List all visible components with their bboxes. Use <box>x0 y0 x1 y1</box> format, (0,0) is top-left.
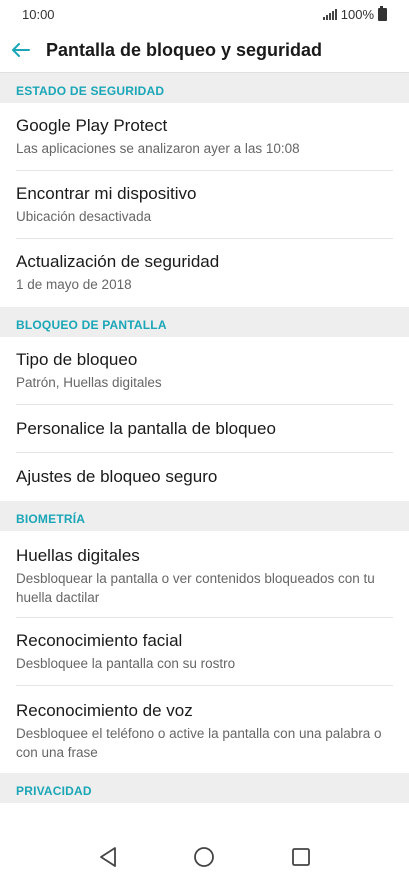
back-arrow-icon[interactable] <box>12 40 32 60</box>
item-title: Huellas digitales <box>16 546 140 565</box>
list-item-voice-recognition[interactable]: Reconocimiento de voz Desbloquee el telé… <box>0 686 409 773</box>
nav-back-icon[interactable] <box>98 846 118 873</box>
item-title: Ajustes de bloqueo seguro <box>16 467 218 486</box>
item-title: Encontrar mi dispositivo <box>16 184 197 203</box>
item-title: Reconocimiento de voz <box>16 701 193 720</box>
item-subtitle: Desbloquee la pantalla con su rostro <box>16 656 236 671</box>
item-title: Personalice la pantalla de bloqueo <box>16 419 276 438</box>
section-header-biometrics: BIOMETRÍA <box>0 501 409 531</box>
status-icons: 100% <box>322 5 387 22</box>
item-subtitle: Desbloquee el teléfono o active la panta… <box>16 726 382 760</box>
section-header-security-status: ESTADO DE SEGURIDAD <box>0 73 409 103</box>
list-item-security-update[interactable]: Actualización de seguridad 1 de mayo de … <box>0 239 409 307</box>
list-item-fingerprints[interactable]: Huellas digitales Desbloquear la pantall… <box>0 531 409 618</box>
item-subtitle: 1 de mayo de 2018 <box>16 277 132 292</box>
clock: 10:00 <box>22 6 55 22</box>
section-header-screen-lock: BLOQUEO DE PANTALLA <box>0 307 409 337</box>
section-header-privacy: PRIVACIDAD <box>0 773 409 803</box>
navigation-bar <box>0 830 409 888</box>
status-bar: 10:00 100% <box>0 0 409 28</box>
item-title: Tipo de bloqueo <box>16 350 138 369</box>
battery-icon <box>378 5 387 21</box>
list-item-face-recognition[interactable]: Reconocimiento facial Desbloquee la pant… <box>0 618 409 686</box>
list-item-customize-lock-screen[interactable]: Personalice la pantalla de bloqueo <box>0 405 409 453</box>
settings-list: ESTADO DE SEGURIDAD Google Play Protect … <box>0 73 409 803</box>
item-subtitle: Desbloquear la pantalla o ver contenidos… <box>16 571 375 605</box>
item-subtitle: Las aplicaciones se analizaron ayer a la… <box>16 141 300 156</box>
item-subtitle: Patrón, Huellas digitales <box>16 375 162 390</box>
nav-recents-icon[interactable] <box>291 847 311 872</box>
nav-home-icon[interactable] <box>193 846 215 873</box>
item-title: Google Play Protect <box>16 116 168 135</box>
list-item-secure-lock-settings[interactable]: Ajustes de bloqueo seguro <box>0 453 409 501</box>
item-subtitle: Ubicación desactivada <box>16 209 152 224</box>
list-item-google-play-protect[interactable]: Google Play Protect Las aplicaciones se … <box>0 103 409 171</box>
list-item-lock-type[interactable]: Tipo de bloqueo Patrón, Huellas digitale… <box>0 337 409 405</box>
app-bar: Pantalla de bloqueo y seguridad <box>0 28 409 73</box>
item-title: Reconocimiento facial <box>16 631 183 650</box>
item-title: Actualización de seguridad <box>16 252 220 271</box>
list-item-find-my-device[interactable]: Encontrar mi dispositivo Ubicación desac… <box>0 171 409 239</box>
battery-percent: 100% <box>340 6 374 22</box>
page-title: Pantalla de bloqueo y seguridad <box>46 39 323 60</box>
signal-icon <box>322 8 337 20</box>
